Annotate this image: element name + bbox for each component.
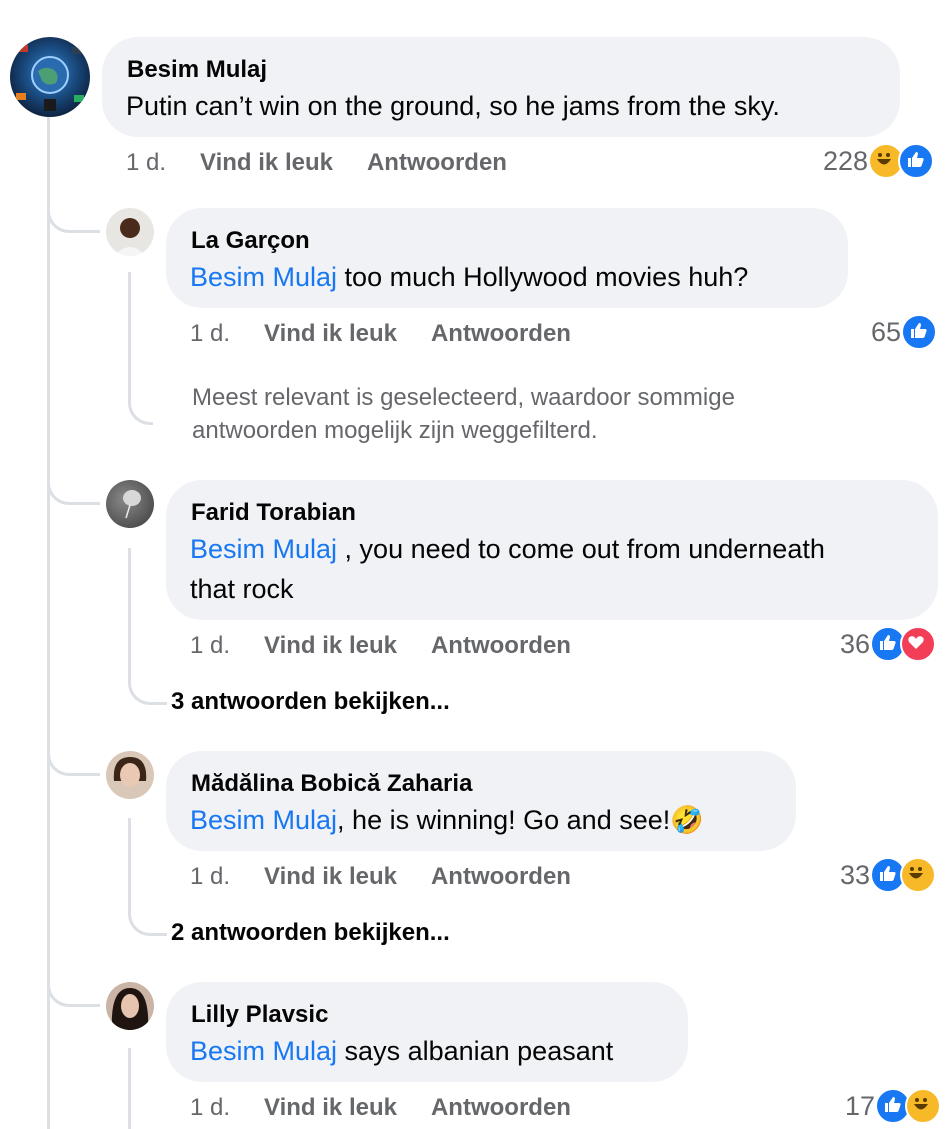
reply-button[interactable]: Antwoorden [431, 863, 571, 891]
avatar[interactable] [106, 982, 154, 1030]
comment-meta: 1 d. Vind ik leuk Antwoorden [190, 863, 571, 891]
mention-link[interactable]: Besim Mulaj [190, 534, 337, 564]
like-button[interactable]: Vind ik leuk [264, 320, 397, 348]
comment-text: Besim Mulaj says albanian peasant [190, 1031, 613, 1071]
thread-connector [47, 954, 100, 1007]
mention-link[interactable]: Besim Mulaj [190, 1036, 337, 1066]
reaction-summary[interactable]: 228 [823, 143, 935, 179]
reply-thread-connector [128, 272, 153, 425]
reaction-summary[interactable]: 65 [871, 314, 938, 350]
reaction-count: 17 [845, 1090, 876, 1121]
comment-text-body: , he is winning! Go and see! [337, 805, 671, 835]
comment-time[interactable]: 1 d. [190, 632, 230, 660]
reaction-summary[interactable]: 17 [845, 1088, 942, 1124]
avatar[interactable] [106, 480, 154, 528]
reply-button[interactable]: Antwoorden [431, 1094, 571, 1122]
comment-text-body: says albanian peasant [337, 1036, 614, 1066]
like-icon [898, 143, 935, 179]
like-icon [901, 314, 938, 350]
like-button[interactable]: Vind ik leuk [264, 1094, 397, 1122]
reaction-count: 33 [840, 859, 871, 890]
comment-text: Besim Mulaj , you need to come out from … [190, 529, 825, 609]
comment-author[interactable]: Farid Torabian [191, 499, 356, 527]
reply-button[interactable]: Antwoorden [431, 632, 571, 660]
avatar[interactable] [10, 37, 90, 117]
view-replies-link[interactable]: 3 antwoorden bekijken... [171, 688, 450, 716]
mention-link[interactable]: Besim Mulaj [190, 805, 337, 835]
comment-time[interactable]: 1 d. [190, 320, 230, 348]
comment-text: Besim Mulaj, he is winning! Go and see!🤣 [190, 800, 704, 840]
reply-thread-connector [128, 548, 167, 705]
comment-time[interactable]: 1 d. [126, 149, 166, 177]
filter-note-line: Meest relevant is geselecteerd, waardoor… [192, 384, 735, 411]
comment-author[interactable]: Mădălina Bobică Zaharia [191, 770, 472, 798]
like-button[interactable]: Vind ik leuk [264, 632, 397, 660]
comment-text-body: too much Hollywood movies huh? [337, 262, 749, 292]
filter-note: Meest relevant is geselecteerd, waardoor… [192, 381, 735, 447]
reply-thread-connector [128, 818, 167, 936]
avatar[interactable] [106, 751, 154, 799]
thread-connector [47, 180, 100, 233]
reply-button[interactable]: Antwoorden [431, 320, 571, 348]
comment-author[interactable]: Lilly Plavsic [191, 1001, 328, 1029]
thread-connector [47, 723, 100, 776]
view-replies-link[interactable]: 2 antwoorden bekijken... [171, 919, 450, 947]
like-button[interactable]: Vind ik leuk [264, 863, 397, 891]
comment-author[interactable]: Besim Mulaj [127, 56, 267, 84]
comment-meta: 1 d. Vind ik leuk Antwoorden [190, 320, 571, 348]
reaction-count: 228 [823, 145, 869, 176]
love-icon [900, 626, 937, 662]
comment-text: Besim Mulaj too much Hollywood movies hu… [190, 257, 748, 297]
reaction-summary[interactable]: 33 [840, 857, 937, 893]
comment-meta: 1 d. Vind ik leuk Antwoorden [190, 1094, 571, 1122]
comment-text-body: , you need to come out from underneath [337, 534, 825, 564]
comment-author[interactable]: La Garçon [191, 227, 310, 255]
haha-icon [905, 1088, 942, 1124]
mention-link[interactable]: Besim Mulaj [190, 262, 337, 292]
reaction-summary[interactable]: 36 [840, 626, 937, 662]
thread-connector [47, 452, 100, 505]
reaction-count: 36 [840, 628, 871, 659]
comment-text: Putin can’t win on the ground, so he jam… [126, 91, 780, 121]
comment-time[interactable]: 1 d. [190, 1094, 230, 1122]
comment-text-body: that rock [190, 574, 294, 604]
avatar[interactable] [106, 208, 154, 256]
comment-meta: 1 d. Vind ik leuk Antwoorden [126, 149, 507, 177]
reply-thread-line [128, 1048, 131, 1129]
filter-note-line: antwoorden mogelijk zijn weggefilterd. [192, 417, 598, 444]
reply-button[interactable]: Antwoorden [367, 149, 507, 177]
rofl-emoji-icon: 🤣 [670, 805, 704, 835]
comment-time[interactable]: 1 d. [190, 863, 230, 891]
like-button[interactable]: Vind ik leuk [200, 149, 333, 177]
haha-icon [900, 857, 937, 893]
reaction-count: 65 [871, 316, 902, 347]
comment-meta: 1 d. Vind ik leuk Antwoorden [190, 632, 571, 660]
